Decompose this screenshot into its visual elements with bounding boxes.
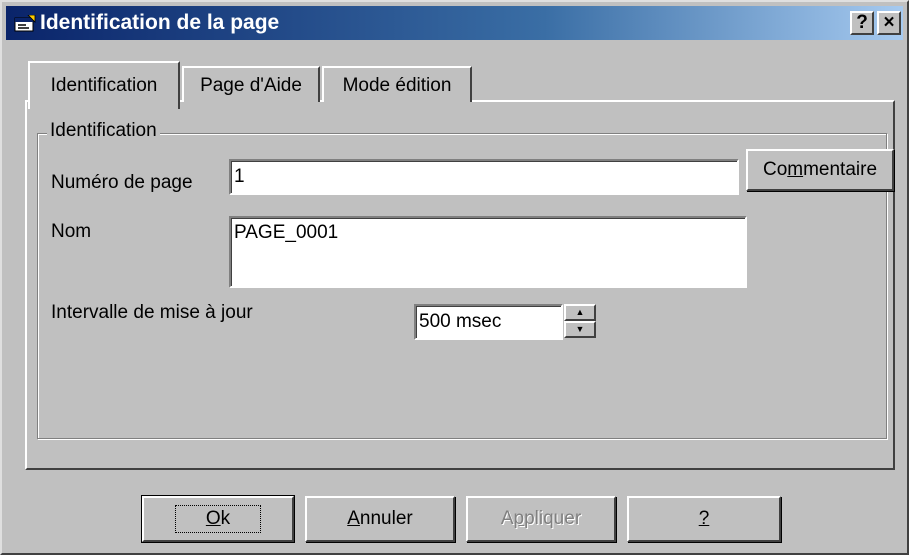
apply-label-a: A bbox=[500, 508, 514, 529]
help-button[interactable]: ? bbox=[627, 496, 781, 542]
dialog-window: Identification de la page ? × Identifica… bbox=[0, 0, 909, 555]
page-number-label: Numéro de page bbox=[51, 172, 193, 193]
name-label: Nom bbox=[51, 221, 92, 242]
apply-mnemonic: p bbox=[513, 508, 525, 529]
ok-label: k bbox=[220, 508, 231, 529]
apply-button[interactable]: Appliquer bbox=[466, 496, 616, 542]
update-interval-label: Intervalle de mise à jour bbox=[51, 302, 253, 323]
cancel-mnemonic: A bbox=[347, 508, 360, 529]
tab-page-aide[interactable]: Page d'Aide bbox=[182, 66, 320, 102]
groupbox-title: Identification bbox=[47, 120, 160, 142]
apply-label-b: pliquer bbox=[524, 508, 582, 529]
tab-mode-edition-label: Mode édition bbox=[342, 75, 452, 96]
spin-up-icon[interactable]: ▲ bbox=[564, 304, 596, 321]
comment-button[interactable]: Commentaire bbox=[746, 149, 894, 191]
comment-button-label-a: Co bbox=[762, 159, 788, 180]
comment-button-label-b: mentaire bbox=[803, 159, 878, 180]
help-button-label: ? bbox=[856, 12, 868, 33]
help-icon[interactable]: ? bbox=[850, 11, 874, 35]
ok-focus-rect: Ok bbox=[174, 505, 262, 533]
help-mnemonic: ? bbox=[698, 508, 710, 529]
cancel-label: nnuler bbox=[359, 508, 413, 529]
window-title: Identification de la page bbox=[40, 11, 280, 34]
window-app-icon bbox=[14, 15, 36, 32]
spin-down-icon[interactable]: ▼ bbox=[564, 321, 596, 338]
close-icon[interactable]: × bbox=[877, 11, 901, 35]
update-interval-spinner: ▲ ▼ bbox=[564, 304, 596, 338]
tab-mode-edition[interactable]: Mode édition bbox=[322, 66, 472, 102]
comment-button-mnemonic: m bbox=[787, 159, 804, 180]
page-number-input[interactable] bbox=[229, 159, 739, 195]
cancel-button[interactable]: Annuler bbox=[305, 496, 455, 542]
name-field[interactable] bbox=[229, 216, 747, 288]
title-bar[interactable]: Identification de la page ? × bbox=[6, 6, 903, 40]
update-interval-input[interactable] bbox=[414, 304, 563, 340]
tab-identification-label: Identification bbox=[50, 75, 158, 96]
tab-page-aide-label: Page d'Aide bbox=[200, 75, 302, 96]
tab-identification[interactable]: Identification bbox=[28, 61, 180, 109]
ok-mnemonic: O bbox=[205, 508, 221, 529]
ok-button[interactable]: Ok bbox=[141, 495, 295, 543]
close-button-label: × bbox=[883, 12, 895, 33]
